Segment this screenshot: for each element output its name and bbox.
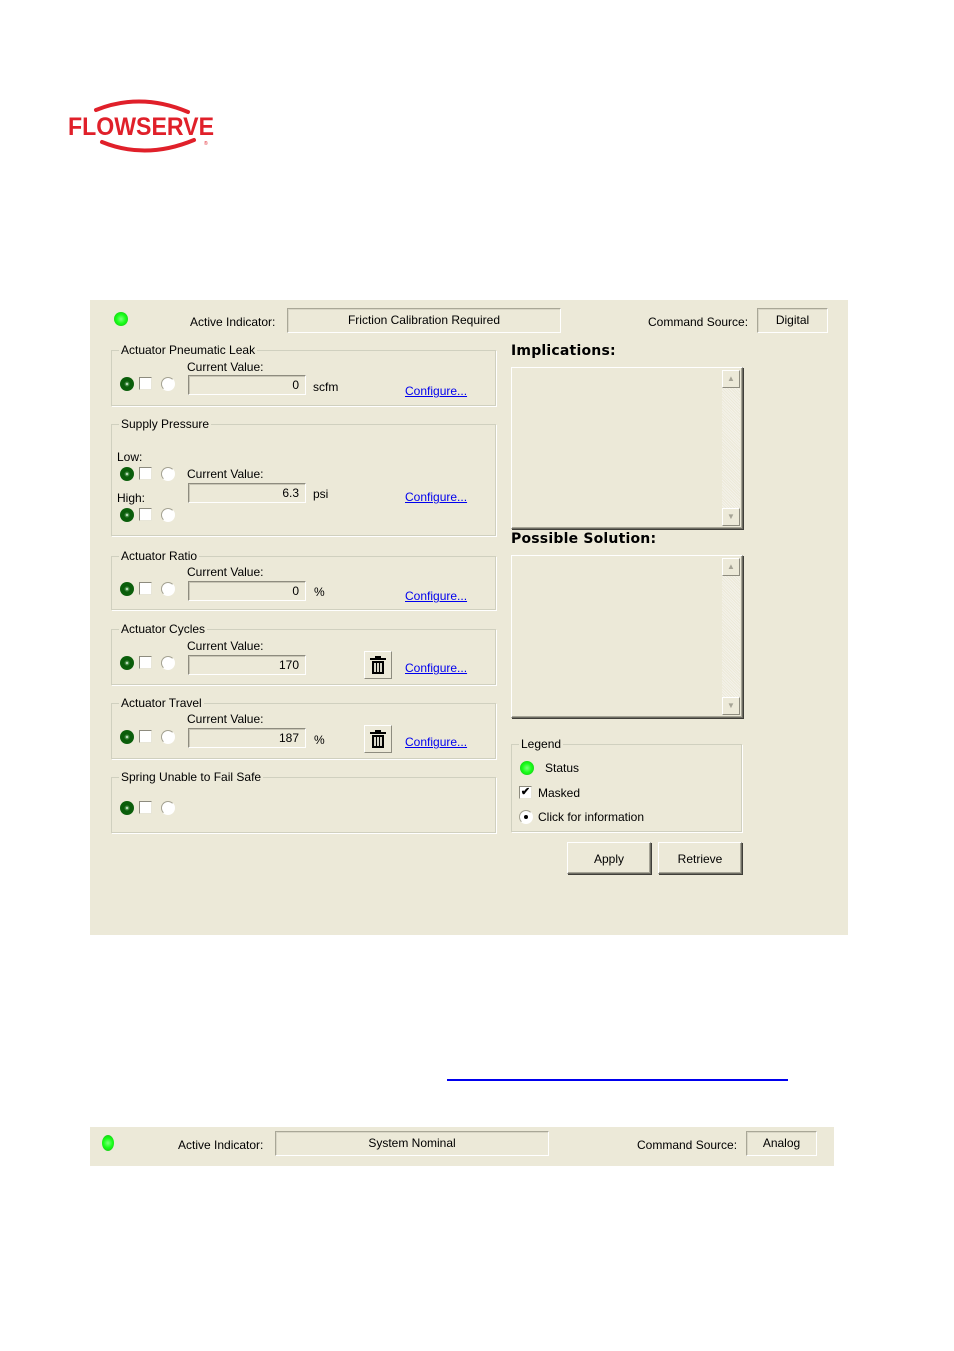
configure-link[interactable]: Configure... bbox=[405, 384, 467, 398]
radio-dot bbox=[524, 815, 528, 819]
legend-info-radio bbox=[519, 810, 533, 824]
mask-checkbox[interactable] bbox=[139, 377, 152, 390]
retrieve-button[interactable]: Retrieve bbox=[658, 842, 742, 874]
legend-masked-checkbox: ✔ bbox=[519, 786, 532, 799]
svg-text:®: ® bbox=[204, 140, 208, 147]
current-value-label: Current Value: bbox=[187, 360, 264, 374]
possible-solution-heading: Possible Solution: bbox=[511, 531, 657, 547]
command-source-label: Command Source: bbox=[648, 315, 749, 329]
mask-checkbox[interactable] bbox=[139, 730, 152, 743]
mask-checkbox[interactable] bbox=[139, 801, 152, 814]
group-title: Supply Pressure bbox=[121, 417, 210, 431]
info-radio[interactable] bbox=[161, 582, 175, 596]
high-info-radio[interactable] bbox=[161, 508, 175, 522]
current-value-field: 6.3 bbox=[188, 483, 306, 503]
group-title: Actuator Ratio bbox=[121, 549, 198, 563]
current-value-field: 187 bbox=[188, 728, 306, 748]
trash-icon bbox=[370, 730, 386, 748]
group-title: Actuator Pneumatic Leak bbox=[121, 343, 256, 357]
current-value-label: Current Value: bbox=[187, 712, 264, 726]
legend-status-label: Status bbox=[545, 761, 580, 775]
active-indicator-label: Active Indicator: bbox=[190, 315, 276, 329]
scroll-up-button[interactable]: ▲ bbox=[722, 558, 740, 576]
legend-click-info-label: Click for information bbox=[538, 810, 645, 824]
info-radio[interactable] bbox=[161, 801, 175, 815]
group-title: Actuator Travel bbox=[121, 696, 202, 710]
command-source-label: Command Source: bbox=[637, 1138, 738, 1152]
active-indicator-field: System Nominal bbox=[275, 1131, 549, 1156]
scroll-down-button[interactable]: ▼ bbox=[722, 508, 740, 526]
command-source-field: Analog bbox=[746, 1131, 817, 1156]
unit-label: scfm bbox=[313, 380, 339, 394]
legend-status-led bbox=[520, 761, 534, 775]
system-status-led bbox=[102, 1135, 114, 1151]
active-indicator-field: Friction Calibration Required bbox=[287, 308, 561, 333]
command-source-field: Digital bbox=[757, 308, 828, 333]
high-status-indicator bbox=[120, 508, 134, 522]
configure-link[interactable]: Configure... bbox=[405, 735, 467, 749]
group-actuator-cycles: Actuator Cycles bbox=[111, 623, 496, 685]
info-radio[interactable] bbox=[161, 730, 175, 744]
info-radio[interactable] bbox=[161, 377, 175, 391]
possible-solution-textarea[interactable]: ▲ ▼ bbox=[511, 555, 743, 718]
current-value-field: 0 bbox=[188, 375, 306, 395]
current-value-label: Current Value: bbox=[187, 639, 264, 653]
status-indicator bbox=[120, 801, 134, 815]
apply-button[interactable]: Apply bbox=[567, 842, 651, 874]
configure-link[interactable]: Configure... bbox=[405, 661, 467, 675]
status-bar-panel: Active Indicator: System Nominal Command… bbox=[90, 1127, 834, 1166]
trash-icon bbox=[370, 656, 386, 674]
logo-text: FLOWSERVE bbox=[68, 113, 214, 141]
mask-checkbox[interactable] bbox=[139, 656, 152, 669]
document-link-underline[interactable] bbox=[447, 1079, 788, 1081]
diagnostics-panel: Active Indicator: Friction Calibration R… bbox=[90, 300, 848, 935]
legend-title: Legend bbox=[521, 737, 562, 751]
active-indicator-label: Active Indicator: bbox=[178, 1138, 264, 1152]
system-status-led bbox=[114, 312, 128, 326]
status-indicator bbox=[120, 377, 134, 391]
scroll-down-button[interactable]: ▼ bbox=[722, 697, 740, 715]
unit-label: % bbox=[314, 733, 325, 747]
group-title: Actuator Cycles bbox=[121, 622, 206, 636]
low-label: Low: bbox=[117, 450, 143, 464]
reset-button[interactable] bbox=[364, 651, 392, 679]
reset-button[interactable] bbox=[364, 725, 392, 753]
status-indicator bbox=[120, 656, 134, 670]
vertical-scrollbar[interactable]: ▲ ▼ bbox=[722, 558, 740, 715]
low-info-radio[interactable] bbox=[161, 467, 175, 481]
low-mask-checkbox[interactable] bbox=[139, 467, 152, 480]
info-radio[interactable] bbox=[161, 656, 175, 670]
configure-link[interactable]: Configure... bbox=[405, 490, 467, 504]
unit-label: psi bbox=[313, 487, 329, 501]
implications-textarea[interactable]: ▲ ▼ bbox=[511, 367, 743, 529]
current-value-label: Current Value: bbox=[187, 565, 264, 579]
current-value-field: 170 bbox=[188, 655, 306, 675]
scroll-up-button[interactable]: ▲ bbox=[722, 370, 740, 388]
flowserve-logo: FLOWSERVE ® bbox=[66, 98, 218, 156]
configure-link[interactable]: Configure... bbox=[405, 589, 467, 603]
mask-checkbox[interactable] bbox=[139, 582, 152, 595]
status-indicator bbox=[120, 582, 134, 596]
current-value-field: 0 bbox=[188, 581, 306, 601]
status-indicator bbox=[120, 730, 134, 744]
implications-heading: Implications: bbox=[511, 343, 616, 359]
low-status-indicator bbox=[120, 467, 134, 481]
legend-masked-label: Masked bbox=[538, 786, 581, 800]
high-label: High: bbox=[117, 491, 146, 505]
high-mask-checkbox[interactable] bbox=[139, 508, 152, 521]
group-title: Spring Unable to Fail Safe bbox=[121, 770, 262, 784]
unit-label: % bbox=[314, 585, 325, 599]
vertical-scrollbar[interactable]: ▲ ▼ bbox=[722, 370, 740, 526]
current-value-label: Current Value: bbox=[187, 467, 264, 481]
